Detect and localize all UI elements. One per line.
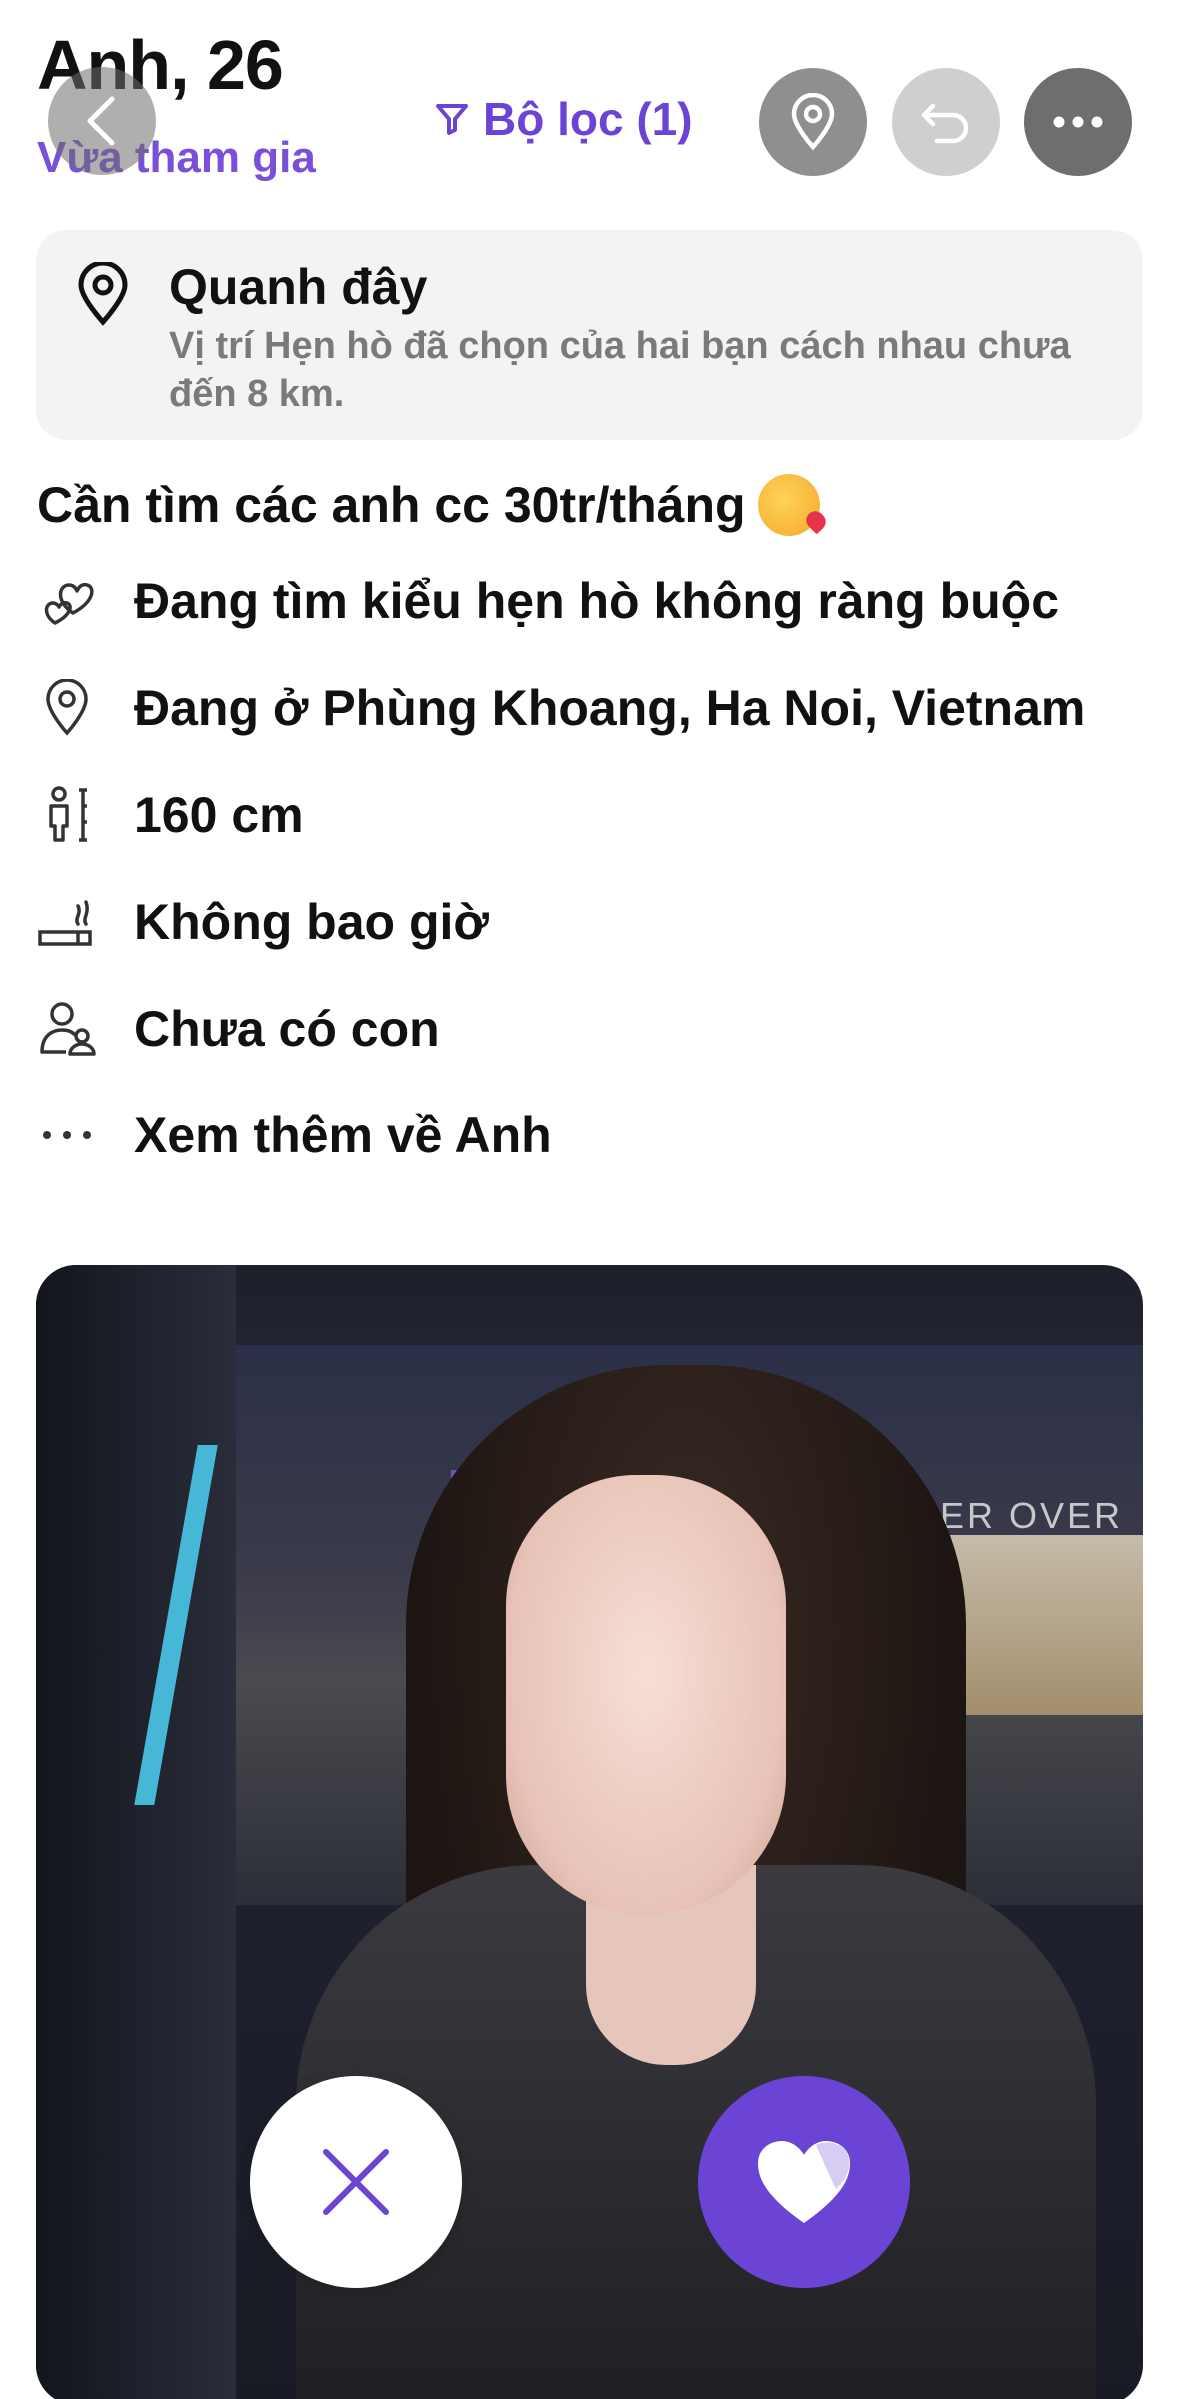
back-button[interactable] bbox=[48, 67, 156, 175]
chevron-left-icon bbox=[87, 96, 115, 146]
filter-icon bbox=[436, 104, 468, 135]
location-pin-icon bbox=[78, 262, 128, 326]
more-options-button[interactable] bbox=[1024, 68, 1132, 176]
detail-text: Chưa có con bbox=[134, 1001, 440, 1057]
detail-text: Đang ở Phùng Khoang, Ha Noi, Vietnam bbox=[134, 680, 1086, 736]
smiling-face-with-hearts-icon bbox=[757, 474, 820, 536]
bio-label: Cần tìm các anh cc 30tr/tháng bbox=[37, 477, 746, 533]
filter-button[interactable]: Bộ lọc (1) bbox=[435, 92, 693, 146]
location-pin-icon bbox=[791, 93, 835, 151]
detail-smoking: Không bao giờ bbox=[37, 887, 489, 957]
detail-text: 160 cm bbox=[134, 787, 304, 843]
undo-icon bbox=[921, 103, 969, 144]
bio-text: Cần tìm các anh cc 30tr/tháng bbox=[37, 474, 820, 536]
detail-dating-intention: Đang tìm kiểu hẹn hò không ràng buộc bbox=[37, 566, 1059, 636]
height-icon bbox=[37, 785, 97, 845]
heart-icon bbox=[758, 2141, 850, 2223]
close-icon bbox=[323, 2149, 389, 2215]
more-dots-icon bbox=[37, 1105, 97, 1165]
filter-label: Bộ lọc (1) bbox=[483, 93, 693, 145]
profile-photo[interactable]: UNDER OVER bbox=[36, 1265, 1143, 2399]
profile-header: Anh, 26 Vừa tham gia Bộ lọc (1) bbox=[0, 0, 1179, 220]
location-button[interactable] bbox=[759, 68, 867, 176]
hearts-icon bbox=[37, 571, 97, 631]
detail-children: Chưa có con bbox=[37, 994, 440, 1064]
like-button[interactable] bbox=[698, 2076, 910, 2288]
detail-text: Đang tìm kiểu hẹn hò không ràng buộc bbox=[134, 573, 1060, 629]
detail-text: Không bao giờ bbox=[134, 894, 489, 950]
photo-pillar bbox=[36, 1265, 236, 2399]
photo-face bbox=[506, 1475, 786, 1915]
see-more-about-link[interactable]: Xem thêm về Anh bbox=[37, 1100, 552, 1170]
pass-button[interactable] bbox=[250, 2076, 462, 2288]
nearby-description: Vị trí Hẹn hò đã chọn của hai bạn cách n… bbox=[169, 325, 1071, 415]
nearby-card: Quanh đây Vị trí Hẹn hò đã chọn của hai … bbox=[36, 230, 1143, 440]
detail-location: Đang ở Phùng Khoang, Ha Noi, Vietnam bbox=[37, 673, 1085, 743]
detail-height: 160 cm bbox=[37, 780, 304, 850]
nearby-title: Quanh đây bbox=[169, 259, 428, 315]
children-icon bbox=[37, 999, 97, 1059]
undo-button[interactable] bbox=[892, 68, 1000, 176]
smoking-icon bbox=[37, 892, 97, 952]
detail-text: Xem thêm về Anh bbox=[134, 1107, 552, 1163]
location-pin-icon bbox=[37, 678, 97, 738]
more-dots-icon bbox=[1053, 116, 1103, 128]
